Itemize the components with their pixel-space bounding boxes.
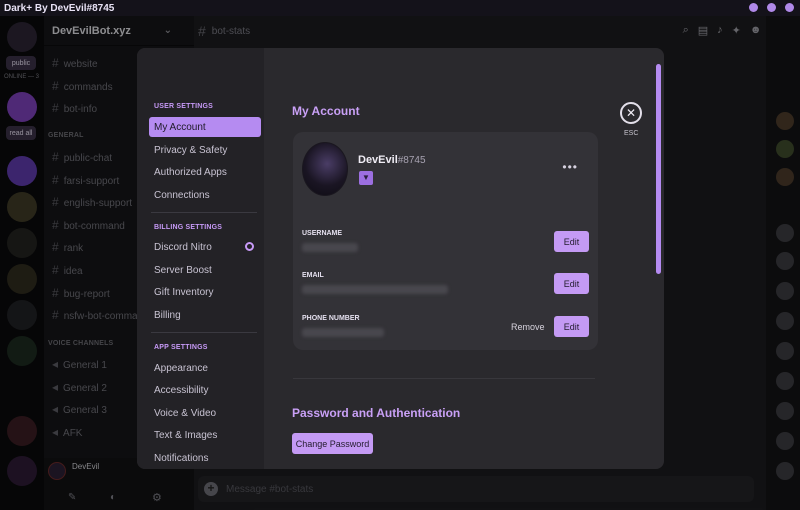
settings-item-privacy[interactable]: Privacy & Safety — [149, 140, 261, 160]
phone-value-redacted — [302, 328, 384, 337]
settings-item-authorized-apps[interactable]: Authorized Apps — [149, 162, 261, 182]
username-value-redacted — [302, 243, 358, 252]
settings-item-text-images[interactable]: Text & Images — [149, 425, 261, 445]
close-settings-button[interactable]: ✕ — [620, 102, 642, 124]
discriminator: #8745 — [397, 155, 426, 166]
divider — [293, 378, 595, 379]
divider — [151, 212, 257, 213]
edit-phone-button[interactable]: Edit — [554, 316, 589, 337]
window-controls — [749, 3, 794, 12]
settings-item-billing[interactable]: Billing — [149, 305, 261, 325]
account-username: DevEvil#8745 — [358, 154, 426, 166]
section-title: Password and Authentication — [292, 406, 461, 420]
more-options-icon[interactable]: ••• — [562, 160, 578, 174]
avatar[interactable] — [302, 142, 348, 196]
field-label-phone: PHONE NUMBER — [302, 315, 360, 322]
nitro-icon — [245, 242, 254, 251]
billing-settings-header: BILLING SETTINGS — [154, 224, 223, 231]
settings-item-appearance[interactable]: Appearance — [149, 358, 261, 378]
settings-scrollbar-thumb[interactable] — [656, 64, 661, 274]
settings-item-notifications[interactable]: Notifications — [149, 448, 261, 468]
settings-item-voice-video[interactable]: Voice & Video — [149, 403, 261, 423]
settings-item-nitro[interactable]: Discord Nitro — [149, 237, 261, 257]
window-title: Dark+ By DevEvil#8745 — [4, 2, 115, 14]
user-settings-modal: USER SETTINGS My Account Privacy & Safet… — [137, 48, 664, 469]
window-titlebar: Dark+ By DevEvil#8745 — [0, 0, 800, 16]
page-title: My Account — [292, 104, 360, 118]
change-password-button[interactable]: Change Password — [292, 433, 373, 454]
close-window-button[interactable] — [785, 3, 794, 12]
user-settings-header: USER SETTINGS — [154, 103, 213, 110]
app-settings-header: APP SETTINGS — [154, 344, 208, 351]
hypesquad-badge-icon: ▼ — [359, 171, 373, 185]
settings-item-connections[interactable]: Connections — [149, 185, 261, 205]
divider — [151, 332, 257, 333]
settings-item-server-boost[interactable]: Server Boost — [149, 260, 261, 280]
settings-content: My Account DevEvil#8745 ▼ ••• USERNAME E… — [292, 48, 664, 469]
email-value-redacted — [302, 285, 448, 294]
account-card: DevEvil#8745 ▼ ••• USERNAME Edit EMAIL E… — [293, 132, 598, 350]
esc-label: ESC — [624, 130, 639, 137]
maximize-button[interactable] — [767, 3, 776, 12]
settings-item-my-account[interactable]: My Account — [149, 117, 261, 137]
field-label-email: EMAIL — [302, 272, 324, 279]
remove-phone-button[interactable]: Remove — [511, 322, 545, 332]
edit-email-button[interactable]: Edit — [554, 273, 589, 294]
edit-username-button[interactable]: Edit — [554, 231, 589, 252]
settings-item-accessibility[interactable]: Accessibility — [149, 380, 261, 400]
settings-sidebar: USER SETTINGS My Account Privacy & Safet… — [137, 48, 264, 469]
minimize-button[interactable] — [749, 3, 758, 12]
field-label-username: USERNAME — [302, 230, 343, 237]
settings-item-gift-inventory[interactable]: Gift Inventory — [149, 282, 261, 302]
